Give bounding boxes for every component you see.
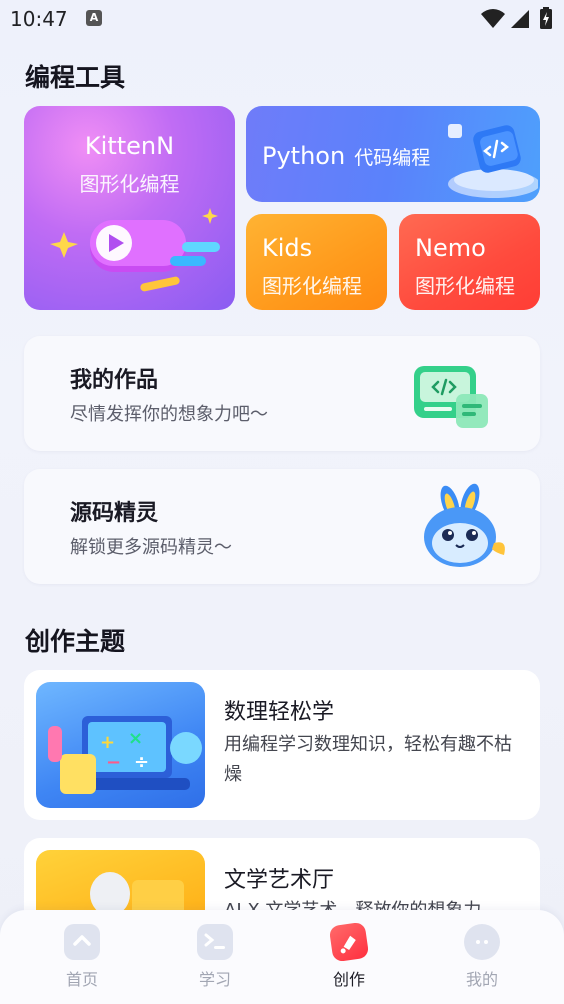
topic-title: 数理轻松学 <box>224 700 335 725</box>
section-title-topics: 创作主题 <box>25 627 126 656</box>
tool-subtitle: 代码编程 <box>354 147 431 169</box>
tool-name: Kids <box>262 234 313 262</box>
tool-subtitle: 图形化编程 <box>262 274 362 298</box>
battery-icon <box>540 7 552 29</box>
status-time: 10:47 <box>10 7 68 31</box>
nav-item-learn[interactable]: 学习 <box>175 924 255 990</box>
profile-icon <box>464 924 500 960</box>
code-cube-icon <box>448 124 538 198</box>
tool-card-kitten[interactable]: KittenN 图形化编程 <box>24 106 235 310</box>
sprite-mascot-icon <box>424 483 505 567</box>
card-title: 源码精灵 <box>70 501 159 526</box>
tool-name: Nemo <box>415 234 486 262</box>
nav-item-home[interactable]: 首页 <box>42 924 122 990</box>
code-window-icon <box>414 366 488 428</box>
source-sprite-card[interactable]: 源码精灵 解锁更多源码精灵～ <box>24 469 540 584</box>
tool-label: Python 代码编程 <box>262 142 430 170</box>
section-title-tools: 编程工具 <box>25 63 126 92</box>
nav-item-create[interactable]: 创作 <box>309 921 389 990</box>
tool-card-nemo[interactable]: Nemo 图形化编程 <box>399 214 540 310</box>
tool-card-python[interactable]: Python 代码编程 <box>246 106 540 202</box>
play-capsule-icon <box>50 208 220 292</box>
notification-icon: A <box>86 10 102 26</box>
my-works-card[interactable]: 我的作品 尽情发挥你的想象力吧～ <box>24 336 540 451</box>
card-title: 我的作品 <box>70 368 159 393</box>
nav-label: 首页 <box>65 970 98 989</box>
status-bar: 10:47 A <box>0 0 564 38</box>
tool-card-kids[interactable]: Kids 图形化编程 <box>246 214 387 310</box>
topic-image: + × − ÷ <box>36 682 205 808</box>
svg-text:÷: ÷ <box>134 752 149 773</box>
create-icon <box>328 921 370 963</box>
topic-description: 用编程学习数理知识，轻松有趣不枯燥 <box>224 734 512 785</box>
svg-text:×: × <box>128 728 143 749</box>
svg-text:−: − <box>106 752 121 773</box>
nav-label: 我的 <box>465 970 498 989</box>
svg-text:+: + <box>100 732 115 753</box>
topic-title: 文学艺术厅 <box>224 868 335 893</box>
tool-subtitle: 图形化编程 <box>415 274 515 298</box>
card-subtitle: 尽情发挥你的想象力吧～ <box>70 404 268 425</box>
tool-name: KittenN <box>84 132 175 160</box>
math-laptop-icon: + × − ÷ <box>48 716 202 794</box>
tool-subtitle: 图形化编程 <box>79 172 180 196</box>
nav-label: 创作 <box>332 970 365 989</box>
home-icon <box>64 924 100 960</box>
nav-label: 学习 <box>198 970 231 989</box>
tool-name: Python <box>262 142 346 170</box>
wifi-icon <box>481 9 505 28</box>
bottom-nav: 首页 学习 创作 我的 <box>0 910 564 1004</box>
signal-icon <box>511 10 529 28</box>
topic-card-math[interactable]: + × − ÷ 数理轻松学 用编程学习数理知识，轻松有趣不枯燥 <box>24 670 540 820</box>
nav-item-profile[interactable]: 我的 <box>442 924 522 990</box>
terminal-icon <box>197 924 233 960</box>
card-subtitle: 解锁更多源码精灵～ <box>70 537 232 558</box>
